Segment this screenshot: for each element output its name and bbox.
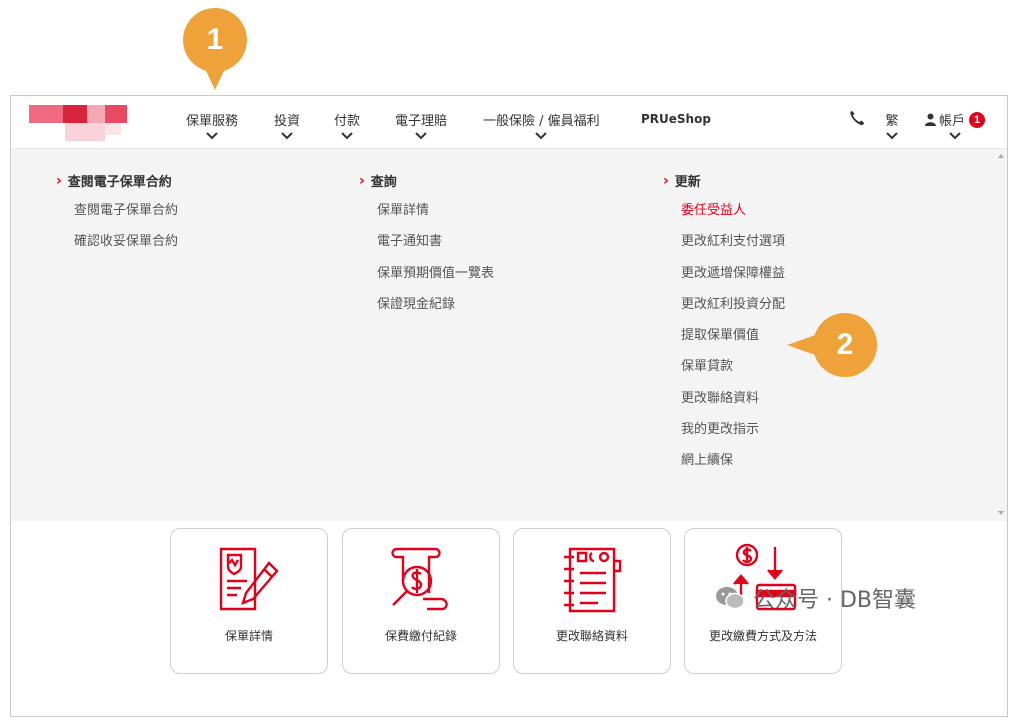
nav-investment[interactable]: 投資	[274, 110, 300, 141]
column-heading-label: 更新	[674, 175, 701, 190]
column-heading[interactable]: › 更新	[663, 171, 785, 191]
scroll-up-icon[interactable]	[998, 154, 1004, 158]
tile-label: 更改聯絡資料	[555, 629, 628, 643]
nav-label: 一般保險 / 僱員福利	[483, 114, 600, 129]
chevron-down-icon	[948, 132, 961, 140]
column-heading[interactable]: › 查閱電子保單合約	[56, 171, 178, 191]
menu-column-enquiry: › 查詢 保單詳情 電子通知書 保單預期價值一覽表 保證現金紀錄	[359, 171, 494, 325]
column-heading-label: 查詢	[370, 175, 397, 190]
nav-label: PRUeShop	[641, 112, 711, 126]
payment-record-icon	[391, 547, 448, 611]
wechat-icon	[716, 587, 745, 610]
menu-item[interactable]: 保單預期價值一覽表	[377, 263, 494, 294]
menu-item-active[interactable]: 委任受益人	[681, 200, 785, 231]
menu-item[interactable]: 網上續保	[681, 450, 785, 481]
menu-item[interactable]: 保證現金紀錄	[377, 294, 494, 325]
menu-scrollbar[interactable]	[995, 149, 1007, 521]
policy-document-icon	[219, 547, 279, 611]
chevron-down-icon	[886, 132, 898, 140]
menu-item[interactable]: 更改紅利投資分配	[681, 294, 785, 325]
top-navbar: 保單服務 投資 付款 電子理賠 一般保險 / 僱員福利 PRUeShop 繁 帳…	[11, 96, 1007, 149]
nav-payment[interactable]: 付款	[334, 110, 360, 141]
menu-column-update: › 更新 委任受益人 更改紅利支付選項 更改遞增保障權益 更改紅利投資分配 提取…	[663, 171, 785, 482]
nav-label: 付款	[334, 114, 361, 129]
tile-label: 更改繳費方式及方法	[708, 629, 817, 643]
language-label: 繁	[885, 114, 899, 129]
column-heading-label: 查閱電子保單合約	[67, 175, 172, 190]
nav-label: 保單服務	[186, 114, 239, 129]
menu-item[interactable]: 更改遞增保障權益	[681, 263, 785, 294]
menu-item[interactable]: 保單詳情	[377, 200, 494, 231]
tile-label: 保單詳情	[224, 629, 273, 643]
callout-marker-2: 2	[787, 313, 877, 377]
browser-frame: 保單服務 投資 付款 電子理賠 一般保險 / 僱員福利 PRUeShop 繁 帳…	[10, 95, 1008, 717]
chevron-right-icon: ›	[56, 172, 62, 189]
account-menu[interactable]: 帳戶 1	[924, 110, 986, 141]
nav-prueshop[interactable]: PRUeShop	[641, 112, 711, 126]
menu-item[interactable]: 保單貸款	[681, 356, 785, 387]
menu-item[interactable]: 電子通知書	[377, 231, 494, 262]
menu-item[interactable]: 提取保單價值	[681, 325, 785, 356]
chevron-down-icon	[415, 132, 427, 140]
menu-item[interactable]: 更改紅利支付選項	[681, 231, 785, 262]
nav-label: 投資	[274, 114, 301, 129]
tile-policy-details[interactable]: 保單詳情	[170, 528, 328, 674]
menu-item[interactable]: 我的更改指示	[681, 419, 785, 450]
brand-logo[interactable]	[25, 103, 145, 141]
watermark: 公众号 · DB智囊	[715, 582, 916, 614]
chevron-down-icon	[535, 132, 548, 140]
menu-item[interactable]: 確認收妥保單合約	[74, 231, 178, 262]
scroll-down-icon[interactable]	[998, 511, 1004, 515]
chevron-down-icon	[206, 132, 218, 140]
nav-policy-services[interactable]: 保單服務	[186, 110, 238, 141]
contact-book-icon	[564, 547, 622, 613]
tile-premium-payment-record[interactable]: 保費繳付紀錄	[342, 528, 500, 674]
notification-badge: 1	[969, 111, 986, 128]
chevron-right-icon: ›	[663, 172, 669, 189]
chevron-right-icon: ›	[359, 172, 365, 189]
account-label: 帳戶	[939, 114, 966, 129]
tile-label: 保費繳付紀錄	[384, 629, 457, 643]
menu-item[interactable]: 更改聯絡資料	[681, 388, 785, 419]
menu-column-e-policy: › 查閱電子保單合約 查閱電子保單合約 確認收妥保單合約	[56, 171, 178, 263]
chevron-down-icon	[341, 132, 353, 140]
phone-icon[interactable]	[849, 109, 865, 127]
nav-label: 電子理賠	[395, 114, 448, 129]
chevron-down-icon	[281, 132, 293, 140]
watermark-text: 公众号 · DB智囊	[753, 588, 917, 613]
nav-general-insurance[interactable]: 一般保險 / 僱員福利	[483, 110, 600, 141]
column-heading[interactable]: › 查詢	[359, 171, 494, 191]
tile-update-contact[interactable]: 更改聯絡資料	[513, 528, 671, 674]
menu-item[interactable]: 查閱電子保單合約	[74, 200, 178, 231]
language-switcher[interactable]: 繁	[884, 110, 900, 141]
callout-marker-1: 1	[183, 8, 247, 90]
nav-e-claims[interactable]: 電子理賠	[395, 110, 447, 141]
user-icon	[925, 113, 936, 126]
